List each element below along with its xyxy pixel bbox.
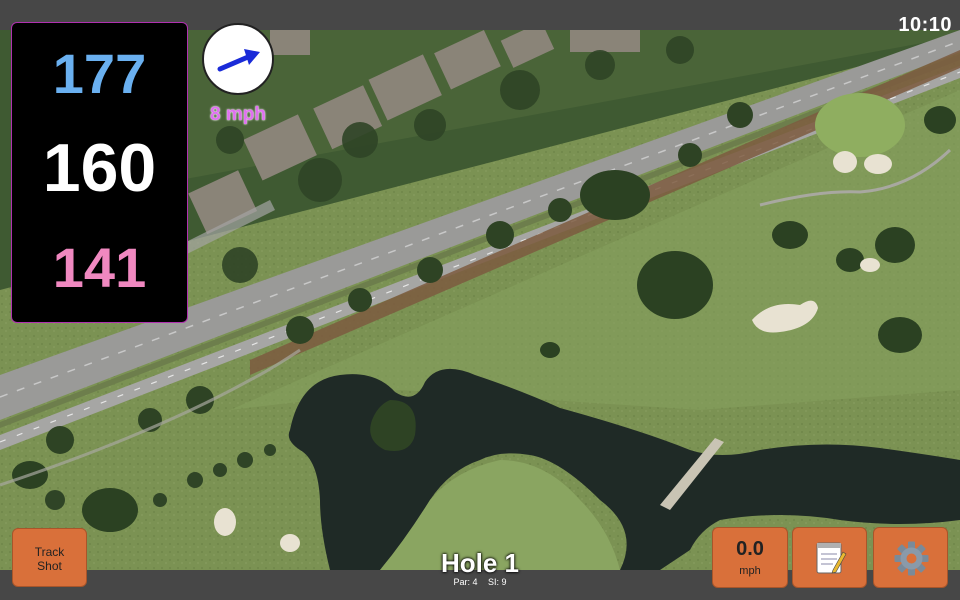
notes-button[interactable] [792, 527, 867, 588]
wind-indicator [202, 23, 274, 95]
track-shot-label-line2: Shot [37, 559, 62, 573]
wind-speed-label: 8 mph [210, 104, 266, 125]
track-shot-button[interactable]: Track Shot [12, 528, 87, 587]
track-shot-label-line1: Track [34, 545, 65, 559]
clock: 10:10 [898, 14, 952, 36]
hole-title: Hole 1 [440, 548, 520, 578]
distance-middle: 160 [42, 130, 157, 206]
settings-button[interactable] [873, 527, 948, 588]
speed-value: 0.0 [736, 538, 764, 560]
distance-panel: 177 160 141 [11, 22, 188, 323]
hole-info: Par: 4 SI: 9 [380, 577, 580, 587]
gear-icon [894, 541, 929, 576]
distance-front: 141 [52, 236, 147, 299]
speed-button[interactable]: 0.0 mph [712, 527, 788, 588]
notepad-icon [816, 542, 847, 574]
arrow-right-up-icon [217, 49, 260, 72]
speed-unit: mph [739, 565, 761, 577]
hole-stroke-index: SI: 9 [488, 577, 507, 587]
hole-par: Par: 4 [453, 577, 478, 587]
distance-back: 177 [52, 42, 147, 105]
